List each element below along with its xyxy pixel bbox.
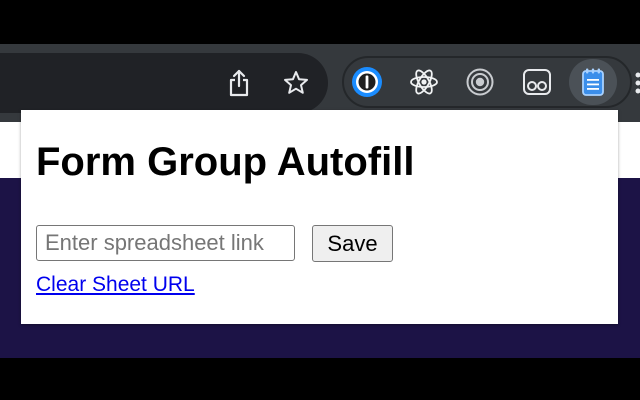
react-devtools-extension-icon bbox=[409, 67, 439, 97]
clear-sheet-url-link[interactable]: Clear Sheet URL bbox=[36, 273, 195, 297]
share-button[interactable] bbox=[219, 63, 259, 103]
record-extension-button[interactable] bbox=[460, 62, 500, 102]
more-menu-icon[interactable] bbox=[632, 70, 640, 96]
star-icon bbox=[283, 70, 309, 96]
onepassword-extension-button[interactable] bbox=[347, 62, 387, 102]
notepad-extension-icon bbox=[579, 67, 607, 97]
extension-popup: Form Group Autofill Save Clear Sheet URL bbox=[21, 110, 618, 324]
popup-title: Form Group Autofill bbox=[36, 140, 415, 184]
notepad-extension-button[interactable] bbox=[573, 62, 613, 102]
share-icon bbox=[227, 69, 251, 97]
browser-window: Form Group Autofill Save Clear Sheet URL bbox=[0, 0, 640, 400]
spreadsheet-link-input[interactable] bbox=[36, 225, 295, 261]
save-button[interactable]: Save bbox=[312, 225, 393, 262]
record-extension-icon bbox=[465, 67, 495, 97]
cassette-extension-button[interactable] bbox=[517, 62, 557, 102]
cassette-extension-icon bbox=[522, 67, 552, 97]
bookmark-button[interactable] bbox=[276, 63, 316, 103]
onepassword-extension-icon bbox=[351, 66, 383, 98]
react-devtools-extension-button[interactable] bbox=[404, 62, 444, 102]
